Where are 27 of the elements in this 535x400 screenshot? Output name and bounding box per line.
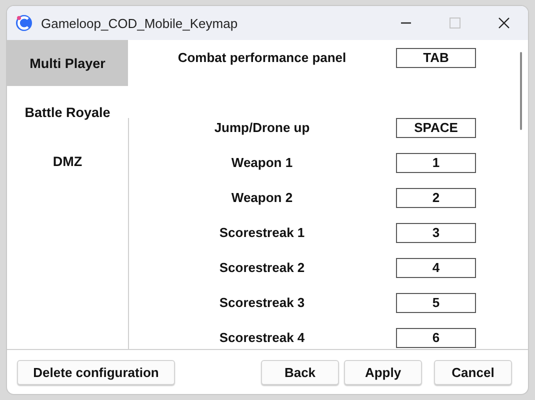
action-label: Weapon 1	[230, 155, 294, 170]
key-field[interactable]: TAB	[396, 48, 476, 68]
action-label: Scorestreak 1	[218, 225, 306, 240]
key-field[interactable]: 4	[396, 258, 476, 278]
key-field[interactable]: 1	[396, 152, 476, 172]
key-field[interactable]: 6	[396, 328, 476, 348]
sidebar-tab[interactable]: Battle Royale	[7, 89, 128, 135]
key-field[interactable]: SPACE	[396, 118, 476, 138]
key-field[interactable]: 3	[396, 222, 476, 242]
action-label: Scorestreak 2	[218, 260, 306, 275]
action-label: Scorestreak 3	[218, 295, 306, 310]
dialog-button[interactable]: Apply	[344, 360, 422, 384]
app-logo-icon	[15, 14, 33, 32]
sidebar-tab[interactable]: Multi Player	[7, 40, 128, 86]
dialog-button[interactable]: Cancel	[434, 360, 512, 384]
key-field[interactable]: 2	[396, 188, 476, 208]
close-icon[interactable]	[498, 17, 510, 29]
action-label: Weapon 2	[230, 190, 294, 205]
sidebar-tab[interactable]: DMZ	[7, 138, 128, 184]
scrollbar[interactable]	[520, 52, 522, 130]
action-label: Scorestreak 4	[218, 330, 306, 345]
delete-button[interactable]: Delete configuration	[17, 360, 175, 384]
dialog-button[interactable]: Back	[261, 360, 339, 384]
action-label: Jump/Drone up	[213, 120, 311, 135]
key-field[interactable]: 5	[396, 292, 476, 312]
action-label: Combat performance panel	[176, 50, 348, 65]
window-title: Gameloop_COD_Mobile_Keymap	[41, 16, 238, 30]
